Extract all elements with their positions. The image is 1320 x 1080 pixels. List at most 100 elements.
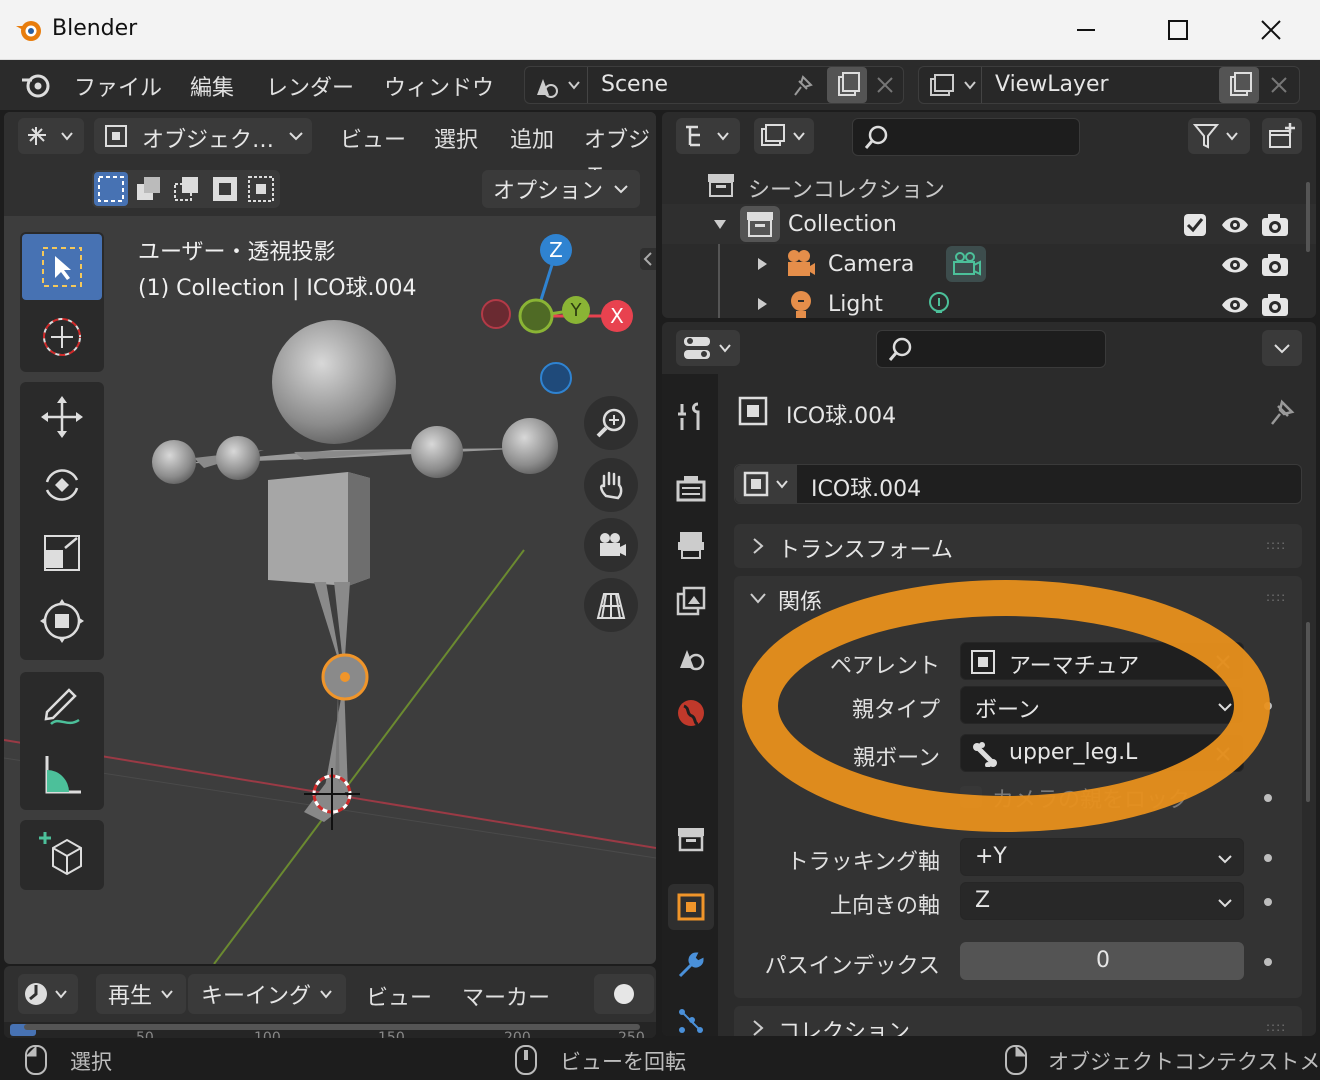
gizmo-neg-y-axis[interactable] [518, 298, 554, 334]
pass-index-field[interactable]: 0 [960, 942, 1244, 980]
collection-tab[interactable] [668, 816, 714, 862]
viewport-menu-add[interactable]: 追加 [510, 122, 554, 154]
arm-sphere[interactable] [152, 440, 196, 484]
particles-tab[interactable] [668, 998, 714, 1036]
select-extend-icon[interactable] [132, 172, 166, 206]
select-box-tool[interactable] [22, 234, 102, 300]
exclude-checkbox[interactable] [1184, 214, 1206, 236]
outliner-scrollbar[interactable] [1306, 182, 1310, 252]
outliner-row[interactable]: Collection [662, 204, 1316, 244]
viewport-menu-select[interactable]: 選択 [434, 122, 478, 154]
transform-panel-header[interactable]: トランスフォーム :::: [734, 524, 1302, 568]
eye-icon[interactable] [1220, 212, 1250, 238]
world-tab[interactable] [668, 690, 714, 736]
rotate-tool[interactable] [22, 452, 102, 518]
annotate-tool[interactable] [22, 674, 102, 740]
scene-tab[interactable] [668, 634, 714, 680]
pan-hand-icon[interactable] [584, 458, 638, 512]
eye-icon[interactable] [1220, 252, 1250, 278]
light-data-icon[interactable] [924, 290, 954, 318]
modifier-wrench-tab[interactable] [668, 942, 714, 988]
head-sphere[interactable] [272, 320, 396, 444]
view-layer-selector[interactable]: ViewLayer [918, 66, 1300, 104]
mode-selector[interactable]: オブジェク… [94, 118, 312, 154]
new-collection-button[interactable] [1262, 118, 1302, 154]
viewport-menu-view[interactable]: ビュー [340, 122, 406, 154]
render-camera-icon[interactable] [1260, 250, 1290, 278]
close-button[interactable] [1253, 12, 1289, 48]
new-scene-button[interactable] [827, 67, 867, 103]
outliner-search-input[interactable] [852, 118, 1080, 156]
arm-sphere[interactable] [216, 436, 260, 480]
outliner-scene-collection-row[interactable]: シーンコレクション [662, 164, 1316, 204]
camera-data-icon[interactable] [946, 246, 986, 282]
tracking-axis-dropdown[interactable]: +Y [960, 838, 1244, 876]
camera-view-icon[interactable] [584, 518, 638, 572]
arm-sphere[interactable] [411, 426, 463, 478]
gizmo-neg-x-axis[interactable] [481, 299, 511, 329]
menu-edit[interactable]: 編集 [190, 70, 234, 102]
timeline-scrollbar[interactable] [24, 1024, 640, 1030]
options-dropdown[interactable]: オプション [482, 170, 640, 208]
properties-search-input[interactable] [876, 330, 1106, 368]
measure-tool[interactable] [22, 742, 102, 808]
eye-icon[interactable] [1220, 292, 1250, 318]
transform-tool[interactable] [22, 588, 102, 654]
pin-icon[interactable] [1266, 396, 1298, 428]
expand-arrow-icon[interactable] [754, 256, 770, 272]
pin-icon[interactable] [789, 73, 815, 105]
outliner-row[interactable]: Light [662, 284, 1316, 318]
timeline-editor-type-button[interactable] [18, 974, 78, 1014]
drag-handle-icon[interactable]: :::: [1266, 1020, 1286, 1034]
drag-handle-icon[interactable]: :::: [1266, 538, 1286, 552]
outliner-row[interactable]: Camera [662, 244, 1316, 318]
collections-panel-header[interactable]: コレクション :::: [734, 1006, 1302, 1036]
render-camera-icon[interactable] [1260, 210, 1290, 238]
menu-window[interactable]: ウィンドウ [384, 70, 494, 102]
select-intersect-icon[interactable] [244, 172, 278, 206]
3d-viewport[interactable]: オブジェク… ビュー 選択 追加 オブジェ オプション ユーザー・透視投影 (1… [4, 112, 656, 964]
menu-file[interactable]: ファイル [74, 70, 162, 102]
output-settings-tab[interactable] [668, 522, 714, 568]
select-invert-icon[interactable] [208, 172, 242, 206]
object-browse-button[interactable] [735, 465, 797, 503]
cursor-tool[interactable] [22, 304, 102, 370]
view-layer-tab[interactable] [668, 578, 714, 624]
properties-options-button[interactable] [1262, 330, 1302, 366]
timeline-menu-marker[interactable]: マーカー [462, 980, 550, 1012]
arm-sphere[interactable] [502, 418, 558, 474]
collapse-arrow-icon[interactable] [712, 216, 728, 232]
animate-property-dot[interactable] [1264, 898, 1272, 906]
new-view-layer-button[interactable] [1219, 67, 1259, 103]
move-tool[interactable] [22, 384, 102, 450]
playback-menu[interactable]: 再生 [96, 974, 186, 1014]
gizmo-neg-z-axis[interactable] [540, 362, 572, 394]
add-cube-tool[interactable] [22, 822, 102, 888]
navigation-gizmo[interactable]: Z X Y [474, 230, 644, 400]
tool-settings-tab[interactable] [668, 394, 714, 440]
delete-scene-icon[interactable] [875, 75, 895, 101]
expand-arrow-icon[interactable] [754, 296, 770, 312]
sidebar-toggle-arrow[interactable] [640, 248, 656, 270]
scale-tool[interactable] [22, 520, 102, 586]
perspective-grid-icon[interactable] [584, 578, 638, 632]
properties-editor-type-button[interactable] [676, 330, 740, 366]
select-subtract-icon[interactable] [170, 172, 204, 206]
timeline-ruler[interactable]: 50 100 150 200 250 [4, 1022, 656, 1038]
properties-scrollbar[interactable] [1306, 622, 1310, 802]
minimize-button[interactable] [1068, 12, 1104, 48]
keying-menu[interactable]: キーイング [188, 974, 346, 1014]
select-new-icon[interactable] [94, 172, 128, 206]
animate-property-dot[interactable] [1264, 854, 1272, 862]
zoom-icon[interactable] [584, 396, 638, 450]
render-settings-tab[interactable] [668, 466, 714, 512]
menu-render[interactable]: レンダー [266, 70, 354, 102]
animate-property-dot[interactable] [1264, 958, 1272, 966]
up-axis-dropdown[interactable]: Z [960, 882, 1244, 920]
display-mode-button[interactable] [754, 118, 814, 154]
outliner-editor-type-button[interactable] [676, 118, 740, 154]
timeline-menu-view[interactable]: ビュー [366, 980, 432, 1012]
delete-view-layer-icon[interactable] [1269, 75, 1289, 101]
object-tab[interactable] [668, 884, 714, 930]
scene-selector[interactable]: Scene [524, 66, 904, 104]
